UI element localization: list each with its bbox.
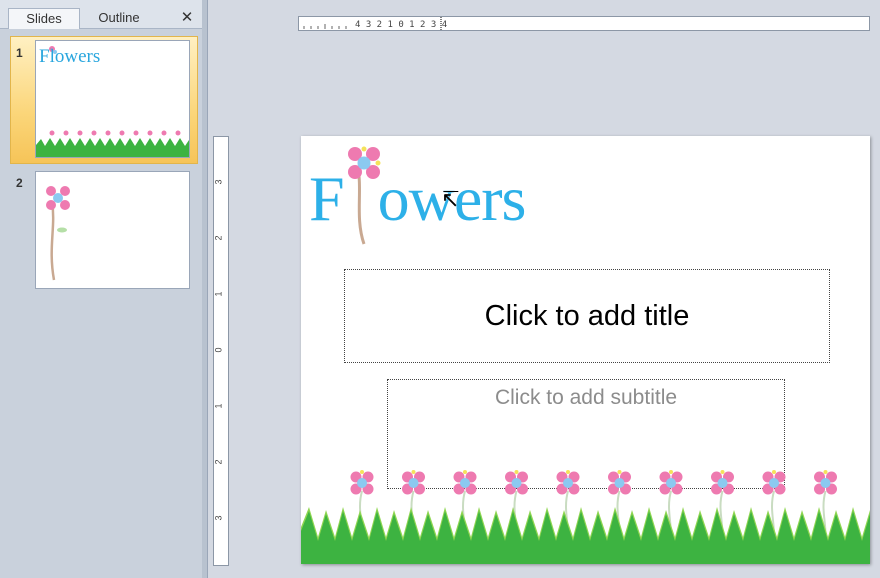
thumbnail-number: 2: [16, 176, 23, 190]
mouse-pointer-icon: ↸: [441, 187, 460, 212]
vertical-ruler[interactable]: 3 2 1 0 1 2 3: [213, 136, 229, 566]
title-placeholder[interactable]: Click to add title: [344, 269, 830, 363]
logo-text: Fowers: [309, 163, 526, 234]
ruler-number-track: 4 3 2 1 0 1 2 3 4: [355, 20, 447, 30]
thumbnail-title: Flowers: [39, 46, 101, 67]
tab-slides[interactable]: Slides: [8, 8, 80, 29]
ruler-label: 2: [213, 235, 224, 241]
ruler-label: 3: [213, 515, 224, 521]
subtitle-placeholder[interactable]: Click to add subtitle: [387, 379, 785, 489]
ruler-label: 1: [213, 403, 224, 409]
horizontal-ruler[interactable]: 4 3 2 1 0 1 2 3 4: [298, 16, 870, 31]
thumbnail-2-art: [46, 186, 70, 281]
panel-tab-strip: Slides Outline ✕: [0, 0, 202, 29]
ruler-label: 2: [213, 459, 224, 465]
tab-outline[interactable]: Outline: [84, 8, 154, 28]
slide-thumbnail-2[interactable]: [35, 171, 190, 289]
ruler-label: 1: [213, 291, 224, 297]
slides-panel: Slides Outline ✕ 1 Flowers 2: [0, 0, 208, 578]
slide-thumbnail-1[interactable]: Flowers: [35, 40, 190, 158]
close-icon[interactable]: ✕: [176, 8, 198, 28]
ruler-label: 4 3 2 1 0 1 2 3 4: [355, 20, 447, 30]
slide-canvas[interactable]: Fowers Click to add title Click to add s…: [301, 136, 870, 564]
ruler-label: 3: [213, 179, 224, 185]
ruler-label: 0: [213, 347, 224, 353]
thumbnail-number: 1: [16, 46, 23, 60]
